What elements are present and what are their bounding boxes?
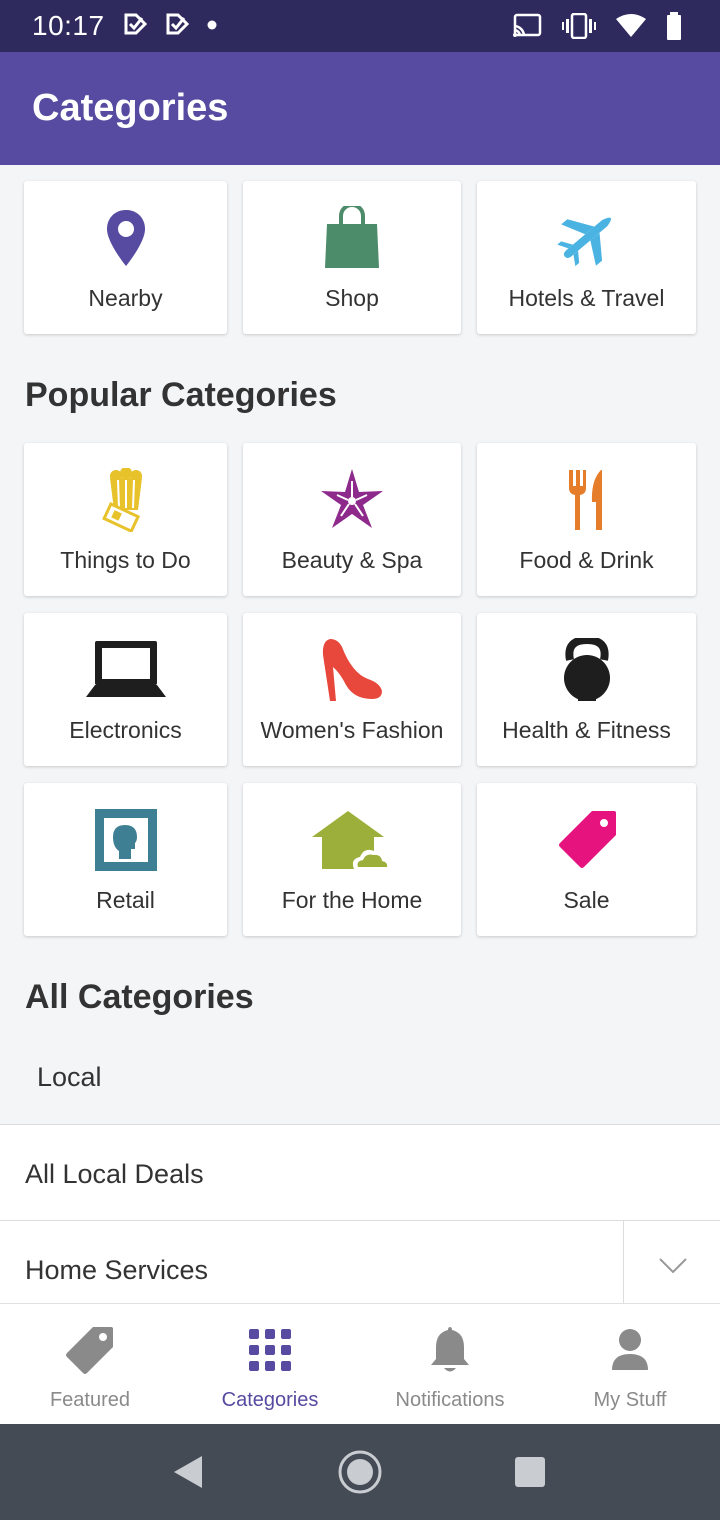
high-heel-icon [243, 635, 461, 705]
category-label: Nearby [88, 285, 163, 311]
popular-categories-heading: Popular Categories [25, 376, 337, 414]
nav-item-categories[interactable]: Categories [180, 1304, 360, 1425]
grid-icon [180, 1324, 360, 1376]
kettlebell-icon [477, 635, 696, 705]
fork-knife-icon [477, 465, 696, 535]
category-label: For the Home [281, 887, 423, 913]
category-label: Health & Fitness [502, 717, 671, 743]
wifi-icon [616, 14, 646, 43]
category-label: Hotels & Travel [508, 285, 665, 311]
shopping-bag-icon [243, 203, 461, 273]
category-tile-electronics[interactable]: Electronics [24, 613, 227, 766]
nav-label: Notifications [395, 1389, 505, 1411]
category-tile-womens-fashion[interactable]: Women's Fashion [243, 613, 461, 766]
chevron-down-icon[interactable] [658, 1257, 688, 1280]
person-icon [540, 1324, 720, 1376]
nav-item-featured[interactable]: Featured [0, 1304, 180, 1425]
category-label: Food & Drink [519, 547, 654, 573]
vibrate-icon [562, 12, 596, 44]
nav-item-my-stuff[interactable]: My Stuff [540, 1304, 720, 1425]
status-bar: 10:17 [0, 0, 720, 52]
category-label: Retail [96, 887, 155, 913]
nav-label: My Stuff [593, 1389, 667, 1411]
category-label: Sale [563, 887, 610, 913]
nav-label: Categories [221, 1389, 319, 1411]
category-label: Women's Fashion [260, 717, 444, 743]
popcorn-ticket-icon [24, 465, 227, 535]
bottom-navigation: Featured Categories Notifications My Stu… [0, 1303, 720, 1424]
category-label: Beauty & Spa [281, 547, 423, 573]
categories-content[interactable]: Nearby Shop Hotels & Travel Popular Cate… [0, 165, 720, 1303]
page-title: Categories [32, 87, 229, 129]
tag-icon [0, 1324, 180, 1376]
flower-icon [243, 465, 461, 535]
category-tile-nearby[interactable]: Nearby [24, 181, 227, 334]
status-time: 10:17 [32, 10, 105, 41]
battery-icon [666, 12, 682, 45]
list-item-home-services[interactable]: Home Services [0, 1220, 720, 1303]
row-divider [623, 1221, 624, 1303]
category-tile-health-fitness[interactable]: Health & Fitness [477, 613, 696, 766]
category-tile-food-drink[interactable]: Food & Drink [477, 443, 696, 596]
category-label: Electronics [69, 717, 182, 743]
all-categories-heading: All Categories [25, 978, 254, 1016]
portrait-frame-icon [24, 805, 227, 875]
list-item-all-local-deals[interactable]: All Local Deals [0, 1124, 720, 1220]
recents-icon[interactable] [512, 1424, 548, 1520]
cast-icon [512, 13, 542, 44]
checkmark-notification-icon [165, 12, 191, 41]
category-label: Shop [325, 285, 379, 311]
status-notification-icons [123, 12, 217, 41]
category-tile-beauty-spa[interactable]: Beauty & Spa [243, 443, 461, 596]
category-tile-sale[interactable]: Sale [477, 783, 696, 936]
price-tag-icon [477, 805, 696, 875]
bell-icon [360, 1324, 540, 1376]
dot-icon [207, 17, 217, 35]
laptop-icon [24, 635, 227, 705]
location-pin-icon [24, 203, 227, 273]
category-tile-shop[interactable]: Shop [243, 181, 461, 334]
category-tile-things-to-do[interactable]: Things to Do [24, 443, 227, 596]
list-item-label: All Local Deals [25, 1159, 204, 1189]
home-icon[interactable] [336, 1424, 384, 1520]
back-icon[interactable] [166, 1424, 210, 1520]
house-icon [243, 805, 461, 875]
nav-item-notifications[interactable]: Notifications [360, 1304, 540, 1425]
system-navigation-bar [0, 1424, 720, 1520]
list-item-label: Home Services [25, 1255, 209, 1285]
local-section-label: Local [37, 1062, 102, 1092]
airplane-icon [477, 203, 696, 273]
category-tile-retail[interactable]: Retail [24, 783, 227, 936]
category-label: Things to Do [60, 547, 191, 573]
nav-label: Featured [49, 1389, 131, 1411]
category-tile-for-the-home[interactable]: For the Home [243, 783, 461, 936]
app-bar: Categories [0, 52, 720, 165]
category-tile-hotels-travel[interactable]: Hotels & Travel [477, 181, 696, 334]
checkmark-notification-icon [123, 12, 149, 41]
